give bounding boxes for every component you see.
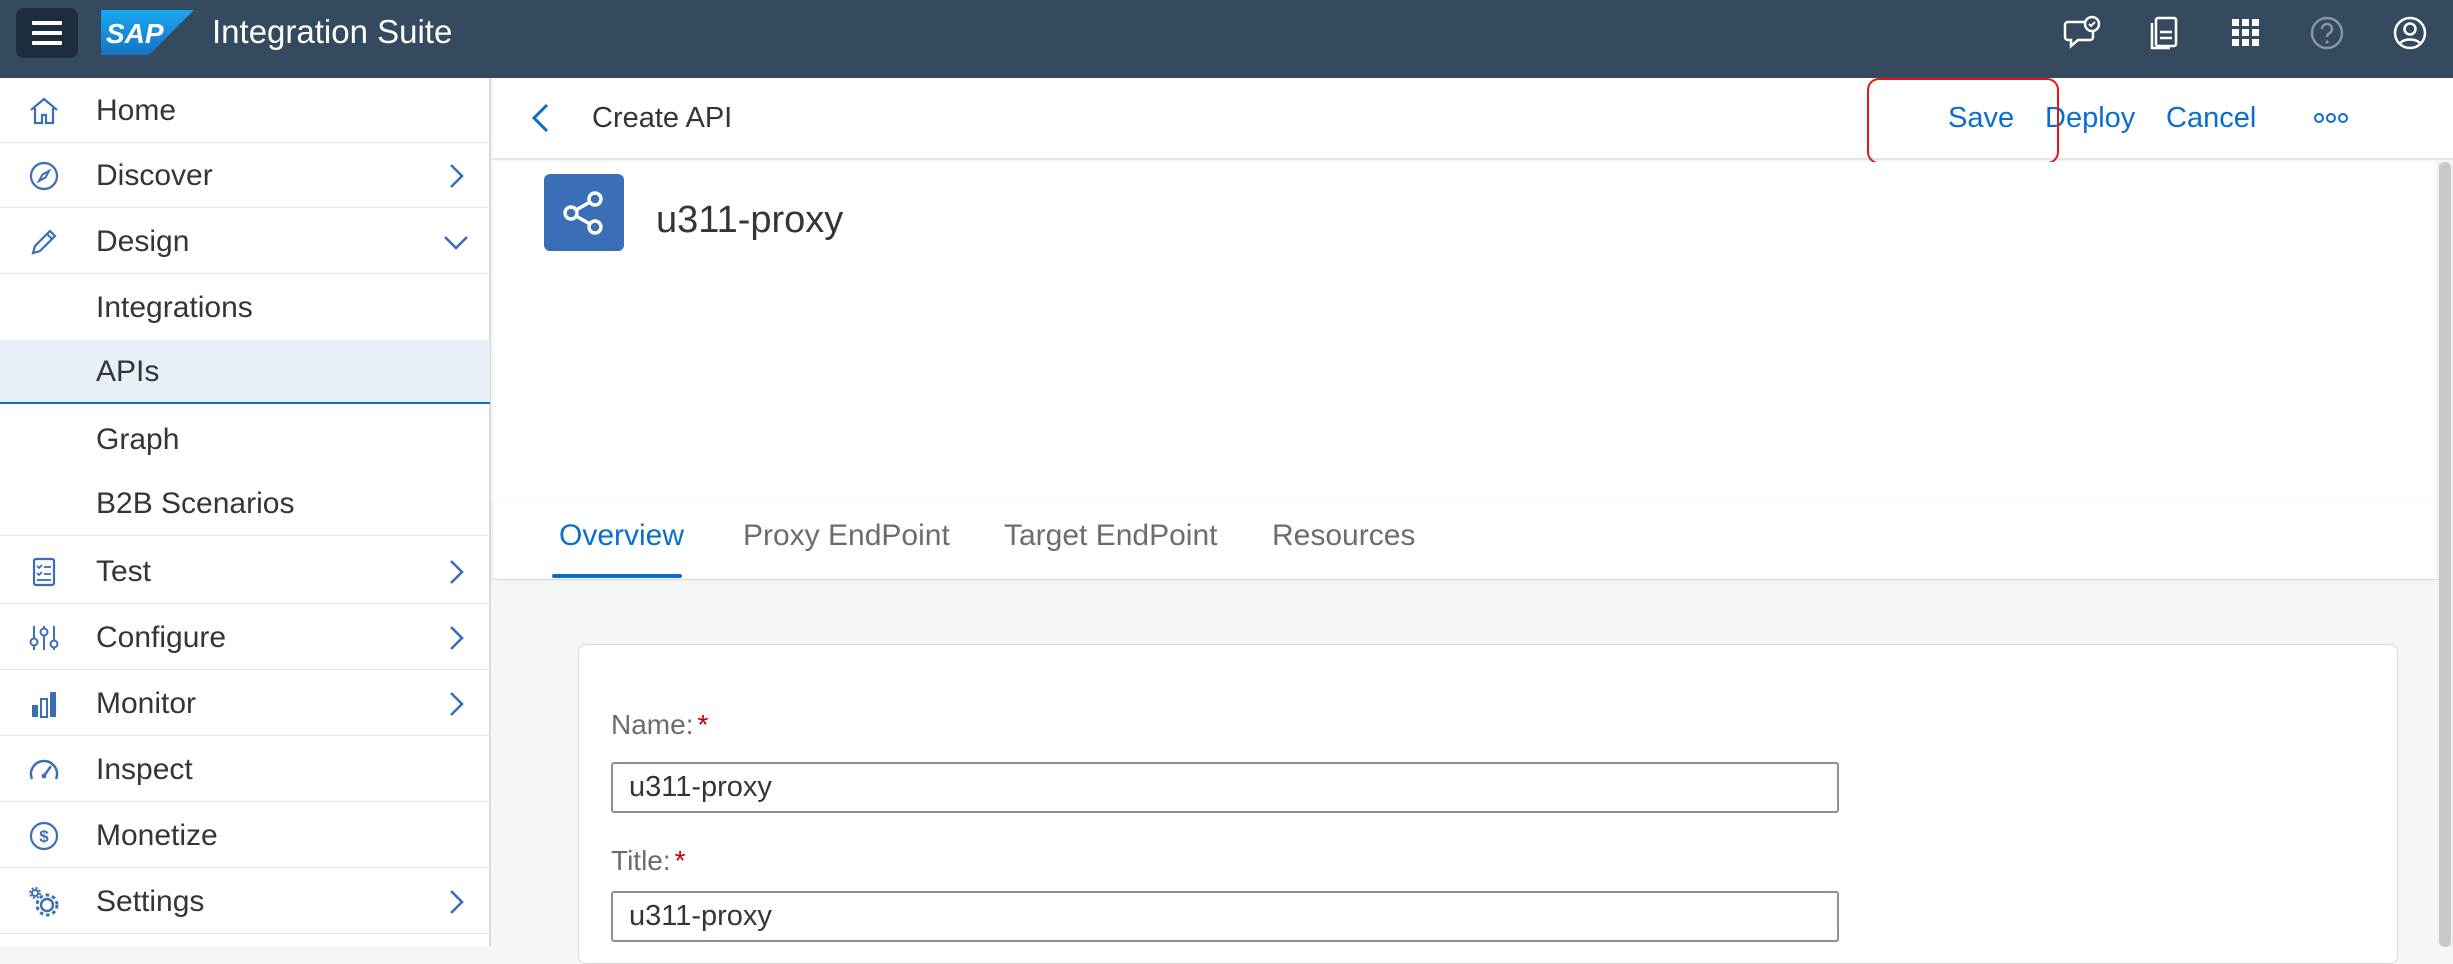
sidebar-item-label: Home (96, 94, 177, 127)
gears-icon (29, 887, 59, 917)
sidebar-subitem-graph[interactable]: Graph (0, 408, 490, 472)
sidebar-item-settings[interactable]: Settings (0, 869, 490, 934)
user-profile-icon[interactable] (2389, 12, 2431, 54)
feedback-icon[interactable] (2062, 12, 2104, 54)
app-title: Integration Suite (212, 13, 453, 50)
sidebar-item-label: Monitor (96, 687, 197, 720)
notifications-icon[interactable] (2143, 12, 2185, 54)
tab-resources[interactable]: Resources (1272, 518, 1415, 554)
pencil-icon (31, 229, 57, 255)
sidebar-item-label: Inspect (96, 753, 193, 786)
name-field[interactable] (611, 762, 1839, 813)
help-icon[interactable] (2306, 12, 2348, 54)
sidebar-item-label: Configure (96, 621, 227, 654)
save-button[interactable]: Save (1948, 100, 2014, 136)
sidebar-item-test[interactable]: Test (0, 539, 490, 604)
chevron-right-icon (450, 164, 464, 188)
tab-overview[interactable]: Overview (559, 518, 684, 554)
sidebar-item-label: Settings (96, 885, 205, 918)
sidebar-item-label: Discover (96, 159, 213, 192)
overview-section: Name:* Title:* (493, 582, 2443, 964)
app-launcher-icon[interactable] (2225, 12, 2267, 54)
checklist-icon (32, 557, 56, 587)
chevron-right-icon (450, 890, 464, 914)
sidebar-item-monitor[interactable]: Monitor (0, 671, 490, 736)
sidebar-item-home[interactable]: Home (0, 78, 490, 143)
sidebar-subitem-b2b-scenarios[interactable]: B2B Scenarios (0, 472, 490, 536)
sidebar-item-design[interactable]: Design (0, 209, 490, 274)
sidebar-item-label: Design (96, 225, 190, 258)
sidebar-subitem-integrations[interactable]: Integrations (0, 276, 490, 340)
tab-proxy-endpoint[interactable]: Proxy EndPoint (743, 518, 950, 554)
chevron-right-icon (450, 560, 464, 584)
sidebar-subitem-label: Graph (96, 423, 180, 456)
sidebar-subitem-apis[interactable]: APIs (0, 340, 490, 404)
sidebar-subitem-label: APIs (96, 355, 160, 388)
bar-chart-icon (32, 692, 56, 718)
shell-bar: SAP Integration Suite (0, 0, 2453, 78)
name-label-text: Name: (611, 709, 694, 740)
hamburger-menu-button[interactable] (16, 8, 78, 58)
sidebar-item-configure[interactable]: Configure (0, 605, 490, 670)
page-header: Create API Save Deploy Cancel (493, 78, 2453, 160)
sidebar-item-label: Monetize (96, 819, 218, 852)
sidebar-item-discover[interactable]: Discover (0, 143, 490, 208)
page-title: Create API (592, 102, 733, 134)
title-label-text: Title: (611, 845, 671, 876)
sidebar-item-inspect[interactable]: Inspect (0, 737, 490, 802)
chevron-down-icon (444, 236, 468, 250)
menu-line (32, 31, 62, 35)
active-tab-indicator (552, 574, 682, 578)
sidebar-item-monetize[interactable]: $ Monetize (0, 803, 490, 868)
menu-line (32, 21, 62, 25)
chevron-right-icon (450, 626, 464, 650)
deploy-button[interactable]: Deploy (2045, 100, 2135, 136)
cancel-button[interactable]: Cancel (2166, 100, 2256, 136)
sidebar-subitem-label: B2B Scenarios (96, 487, 295, 520)
api-share-icon (544, 174, 624, 251)
object-title: u311-proxy (656, 199, 844, 241)
compass-icon (29, 161, 59, 191)
sliders-icon (29, 626, 59, 650)
sap-logo: SAP (101, 10, 194, 55)
more-options-icon[interactable] (2311, 108, 2351, 128)
tab-target-endpoint[interactable]: Target EndPoint (1004, 518, 1217, 554)
share-icon (563, 190, 603, 235)
money-icon: $ (29, 821, 59, 851)
side-navigation: Home Discover Design Integrations APIs G… (0, 78, 491, 947)
name-label: Name: * (611, 708, 708, 742)
svg-text:$: $ (39, 827, 49, 846)
required-marker: * (697, 709, 709, 740)
menu-line (32, 41, 62, 45)
gauge-icon (29, 759, 59, 780)
sidebar-subitem-label: Integrations (96, 291, 253, 324)
title-field[interactable] (611, 891, 1839, 942)
chevron-right-icon (450, 692, 464, 716)
title-label: Title: * (611, 844, 686, 878)
home-icon (30, 97, 58, 125)
scrollbar-thumb[interactable] (2439, 162, 2451, 947)
back-arrow-icon[interactable] (523, 100, 559, 136)
required-marker: * (674, 845, 686, 876)
sap-logo-text: SAP (106, 18, 164, 49)
sidebar-item-label: Test (96, 555, 152, 588)
tab-bar: Overview Proxy EndPoint Target EndPoint … (493, 500, 2443, 580)
